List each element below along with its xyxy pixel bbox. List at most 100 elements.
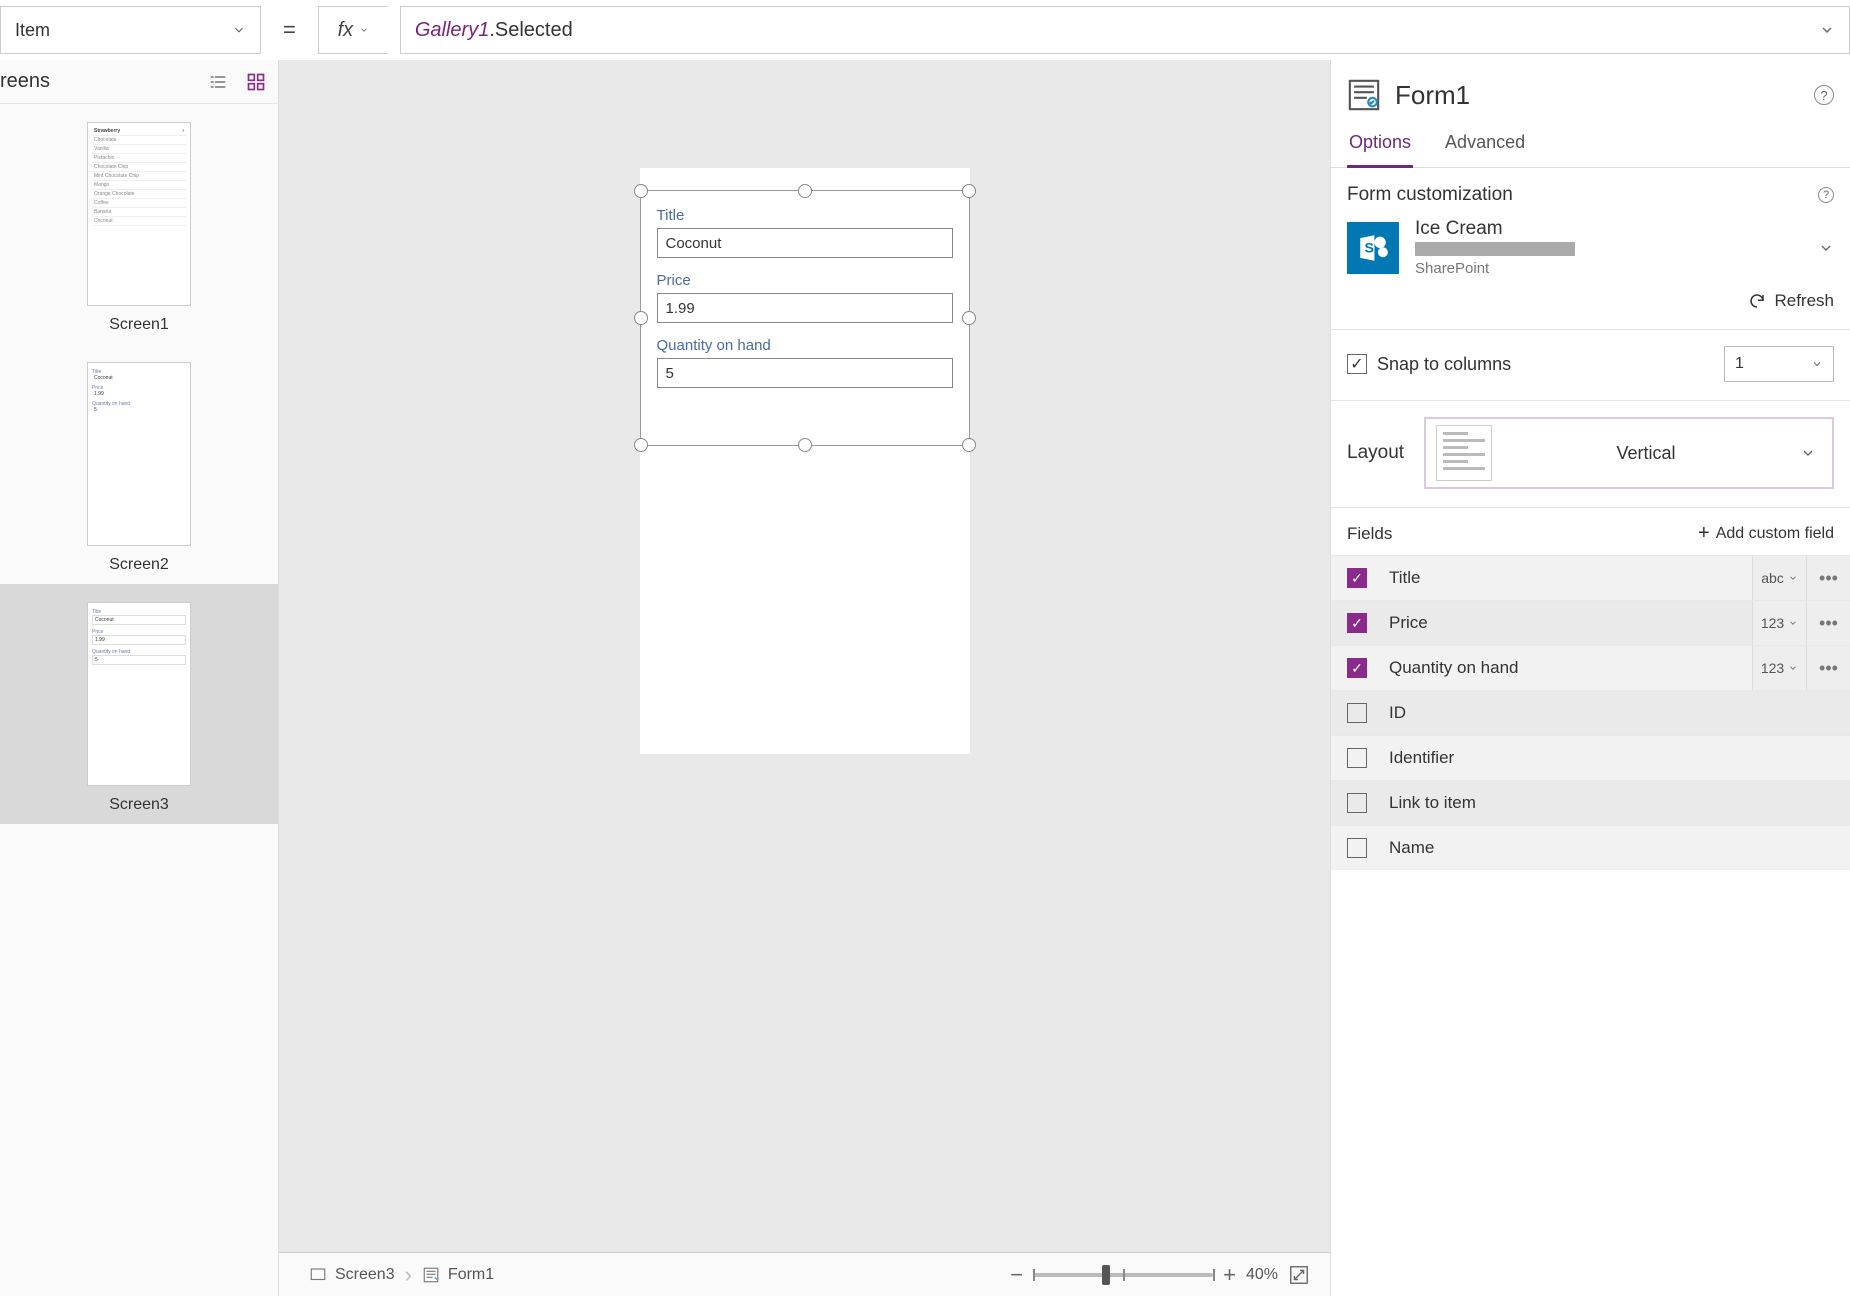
properties-tabs: Options Advanced xyxy=(1331,122,1850,168)
property-dropdown-value: Item xyxy=(15,20,50,41)
formula-bar: Item = fx Gallery1.Selected xyxy=(0,0,1850,60)
zoom-slider[interactable] xyxy=(1033,1273,1213,1277)
field-label: Quantity on hand xyxy=(657,337,953,354)
resize-handle[interactable] xyxy=(634,438,648,452)
properties-title: Form1 xyxy=(1395,80,1470,111)
resize-handle[interactable] xyxy=(798,438,812,452)
field-row-price[interactable]: Price 123 ••• xyxy=(1331,600,1850,645)
field-row-name[interactable]: Name xyxy=(1331,825,1850,870)
thumb-label: Screen1 xyxy=(0,316,278,334)
datasource-info: Ice Cream SharePoint xyxy=(1415,218,1802,277)
layout-picker[interactable]: Vertical xyxy=(1424,417,1834,489)
form-icon xyxy=(1347,78,1381,112)
chevron-down-icon[interactable] xyxy=(1818,240,1834,256)
formula-member: .Selected xyxy=(489,19,572,41)
refresh-icon xyxy=(1748,292,1766,310)
field-row-link[interactable]: Link to item xyxy=(1331,780,1850,825)
chevron-down-icon xyxy=(359,25,369,35)
field-row-identifier[interactable]: Identifier xyxy=(1331,735,1850,780)
price-input[interactable]: 1.99 xyxy=(657,293,953,323)
help-icon[interactable]: ? xyxy=(1814,85,1834,105)
property-dropdown[interactable]: Item xyxy=(0,6,261,54)
title-input[interactable]: Coconut xyxy=(657,228,953,258)
equals-label: = xyxy=(273,17,306,43)
checkbox-icon[interactable] xyxy=(1347,793,1367,813)
datasource-name: Ice Cream xyxy=(1415,218,1802,240)
properties-header: Form1 ? xyxy=(1331,60,1850,122)
chevron-down-icon xyxy=(1788,573,1798,583)
fields-header: Fields + Add custom field xyxy=(1331,508,1850,555)
zoom-in-button[interactable]: + xyxy=(1223,1262,1236,1288)
fx-button[interactable]: fx xyxy=(318,6,388,54)
resize-handle[interactable] xyxy=(962,184,976,198)
chevron-down-icon xyxy=(1788,618,1798,628)
resize-handle[interactable] xyxy=(962,311,976,325)
formula-object: Gallery1 xyxy=(415,19,489,41)
field-label: Price xyxy=(657,272,953,289)
thumbnail-preview: Title Coconut Price 1.99 Quantity on han… xyxy=(87,602,191,786)
checkbox-icon[interactable] xyxy=(1347,748,1367,768)
grid-view-icon[interactable] xyxy=(246,72,266,92)
quantity-input[interactable]: 5 xyxy=(657,358,953,388)
field-type-button[interactable]: abc xyxy=(1752,556,1806,600)
form-body: Title Coconut Price 1.99 Quantity on han… xyxy=(641,191,969,418)
snap-checkbox[interactable]: Snap to columns xyxy=(1347,354,1511,375)
checkbox-icon[interactable] xyxy=(1347,613,1367,633)
formula-input[interactable]: Gallery1.Selected xyxy=(400,6,1850,54)
field-row-title[interactable]: Title abc ••• xyxy=(1331,555,1850,600)
screen-thumbnails: Strawberry› Chocolate Vanilla Pistachio … xyxy=(0,104,278,1296)
field-label: Title xyxy=(657,207,953,224)
phone-canvas[interactable]: Title Coconut Price 1.99 Quantity on han… xyxy=(640,168,970,754)
thumbnail-preview: Title Coconut Price 1.99 Quantity on han… xyxy=(87,362,191,546)
form-customization-section: Form customization ? S Ice Cream SharePo… xyxy=(1331,168,1850,330)
checkbox-icon[interactable] xyxy=(1347,703,1367,723)
resize-handle[interactable] xyxy=(798,184,812,198)
screen-thumb-3[interactable]: Title Coconut Price 1.99 Quantity on han… xyxy=(0,584,278,824)
resize-handle[interactable] xyxy=(962,438,976,452)
form-selection[interactable]: Title Coconut Price 1.99 Quantity on han… xyxy=(640,190,970,446)
field-menu-button[interactable]: ••• xyxy=(1806,601,1850,645)
form-icon xyxy=(422,1266,440,1284)
field-row-quantity[interactable]: Quantity on hand 123 ••• xyxy=(1331,645,1850,690)
columns-select[interactable]: 1 xyxy=(1724,346,1834,382)
datasource-row[interactable]: S Ice Cream SharePoint xyxy=(1347,218,1834,277)
zoom-out-button[interactable]: − xyxy=(1010,1262,1023,1288)
resize-handle[interactable] xyxy=(634,184,648,198)
fields-label: Fields xyxy=(1347,524,1392,544)
resize-handle[interactable] xyxy=(634,311,648,325)
field-menu-button[interactable]: ••• xyxy=(1806,646,1850,690)
field-row-id[interactable]: ID xyxy=(1331,690,1850,735)
chevron-down-icon xyxy=(1811,358,1823,370)
tree-header: reens xyxy=(0,60,278,104)
chevron-down-icon xyxy=(1788,663,1798,673)
checkbox-icon[interactable] xyxy=(1347,568,1367,588)
field-menu-button[interactable]: ••• xyxy=(1806,556,1850,600)
tree-header-title: reens xyxy=(0,70,50,93)
refresh-button[interactable]: Refresh xyxy=(1347,291,1834,311)
tab-options[interactable]: Options xyxy=(1347,122,1413,168)
fx-label: fx xyxy=(338,19,354,42)
svg-text:S: S xyxy=(1365,240,1374,256)
breadcrumb[interactable]: Screen3 › Form1 xyxy=(299,1258,504,1292)
datasource-provider: SharePoint xyxy=(1415,260,1802,277)
list-view-icon[interactable] xyxy=(208,72,228,92)
layout-label: Layout xyxy=(1347,442,1404,464)
chevron-down-icon xyxy=(1800,445,1816,461)
fit-screen-icon[interactable] xyxy=(1288,1264,1310,1286)
crumb-form: Form1 xyxy=(448,1266,494,1284)
thumb-label: Screen3 xyxy=(0,796,278,814)
crumb-screen: Screen3 xyxy=(335,1266,395,1284)
screen-thumb-1[interactable]: Strawberry› Chocolate Vanilla Pistachio … xyxy=(0,104,278,344)
tree-panel: reens Strawberry› Chocolate Vanilla Pist… xyxy=(0,60,279,1296)
help-icon[interactable]: ? xyxy=(1818,187,1834,203)
field-type-button[interactable]: 123 xyxy=(1752,646,1806,690)
tab-advanced[interactable]: Advanced xyxy=(1443,122,1527,167)
checkbox-icon[interactable] xyxy=(1347,658,1367,678)
add-custom-field-button[interactable]: + Add custom field xyxy=(1698,522,1834,545)
checkbox-icon[interactable] xyxy=(1347,838,1367,858)
field-type-button[interactable]: 123 xyxy=(1752,601,1806,645)
redacted-text xyxy=(1415,242,1575,256)
snap-section: Snap to columns 1 xyxy=(1331,330,1850,401)
screen-thumb-2[interactable]: Title Coconut Price 1.99 Quantity on han… xyxy=(0,344,278,584)
canvas-area: Title Coconut Price 1.99 Quantity on han… xyxy=(279,60,1330,1296)
